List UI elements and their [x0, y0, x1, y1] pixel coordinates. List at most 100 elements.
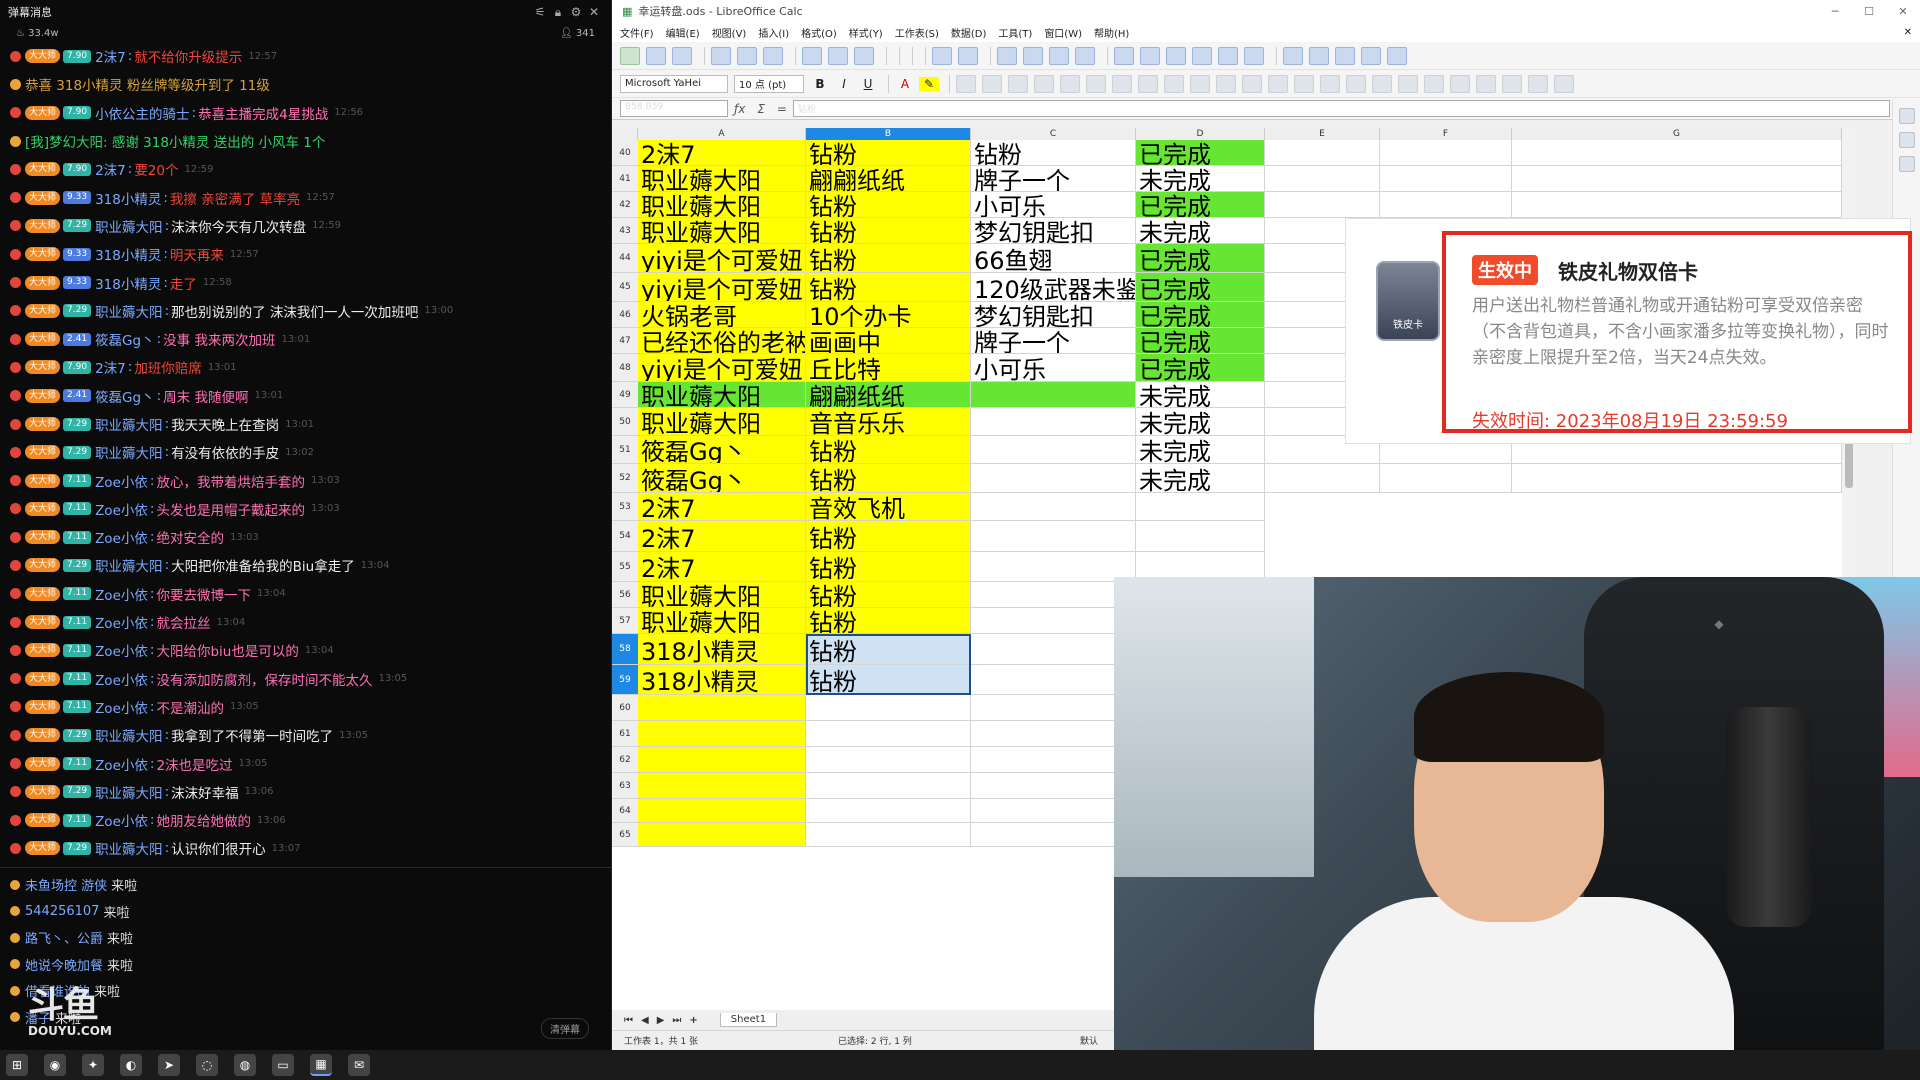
- toolbar-button-icon[interactable]: [828, 46, 848, 65]
- cell-C61[interactable]: [971, 721, 1136, 747]
- user-nick[interactable]: 职业薅大阳: [95, 414, 163, 434]
- cell-A52[interactable]: 筱磊Gg丶: [638, 464, 806, 493]
- window-close-button[interactable]: ✕: [1886, 5, 1920, 18]
- cell-C43[interactable]: 梦幻钥匙扣: [971, 218, 1136, 244]
- calc-task-icon[interactable]: ▦: [310, 1054, 332, 1076]
- column-header[interactable]: C: [971, 128, 1136, 140]
- sum-icon[interactable]: Σ: [757, 102, 765, 116]
- row-header[interactable]: 61: [612, 721, 638, 747]
- cell-B58[interactable]: 钻粉: [806, 634, 971, 665]
- user-nick[interactable]: 职业薅大阳: [95, 725, 163, 745]
- format-button-icon[interactable]: [1138, 74, 1158, 93]
- cell-C60[interactable]: [971, 695, 1136, 721]
- row-header[interactable]: 50: [612, 408, 638, 436]
- column-header[interactable]: F: [1380, 128, 1512, 140]
- cell-C48[interactable]: 小可乐: [971, 354, 1136, 382]
- row-header[interactable]: 51: [612, 436, 638, 464]
- entrance-nick[interactable]: 544256107: [25, 904, 99, 919]
- cell-B42[interactable]: 钻粉: [806, 192, 971, 218]
- format-button-icon[interactable]: [1294, 74, 1314, 93]
- maximize-button[interactable]: ☐: [1852, 5, 1886, 18]
- user-nick[interactable]: 筱磊Gg丶: [95, 329, 155, 349]
- toolbar-button-icon[interactable]: [1309, 46, 1329, 65]
- app-icon[interactable]: ◍: [234, 1054, 256, 1076]
- format-button-icon[interactable]: [1216, 74, 1236, 93]
- row-header[interactable]: 59: [612, 665, 638, 695]
- menu-item[interactable]: 数据(D): [951, 25, 987, 40]
- toolbar-button-icon[interactable]: [672, 46, 692, 65]
- cell-A47[interactable]: 已经还俗的老衲: [638, 328, 806, 354]
- row-header[interactable]: 63: [612, 773, 638, 799]
- cell-B45[interactable]: 钻粉: [806, 273, 971, 302]
- toolbar-button-icon[interactable]: [1023, 46, 1043, 65]
- cell-B49[interactable]: 翩翩纸纸: [806, 382, 971, 408]
- next-sheet-icon[interactable]: ▶: [657, 1015, 665, 1026]
- cell-A46[interactable]: 火锅老哥: [638, 302, 806, 328]
- empty-cell[interactable]: [1512, 140, 1842, 166]
- cell-C46[interactable]: 梦幻钥匙扣: [971, 302, 1136, 328]
- cell-D51[interactable]: 未完成: [1136, 436, 1265, 464]
- user-nick[interactable]: Zoe小依: [95, 612, 148, 632]
- app-icon[interactable]: ➤: [158, 1054, 180, 1076]
- cell-D54[interactable]: [1136, 521, 1265, 552]
- cell-D46[interactable]: 已完成: [1136, 302, 1265, 328]
- cell-A64[interactable]: [638, 799, 806, 823]
- toolbar-button-icon[interactable]: [1166, 46, 1186, 65]
- user-nick[interactable]: Zoe小依: [95, 810, 148, 830]
- user-nick[interactable]: 2沫7: [95, 46, 126, 66]
- cell-A57[interactable]: 职业薅大阳: [638, 608, 806, 634]
- menu-item[interactable]: 文件(F): [620, 25, 654, 40]
- cell-C62[interactable]: [971, 747, 1136, 773]
- format-button-icon[interactable]: [1424, 74, 1444, 93]
- app-icon[interactable]: ◐: [120, 1054, 142, 1076]
- row-header[interactable]: 65: [612, 823, 638, 847]
- font-color-icon[interactable]: A: [895, 77, 915, 91]
- entrance-nick[interactable]: 未鱼场控 游侠: [25, 875, 107, 894]
- user-nick[interactable]: 职业薅大阳: [95, 782, 163, 802]
- toolbar-button-icon[interactable]: [958, 46, 978, 65]
- user-nick[interactable]: 职业薅大阳: [95, 555, 163, 575]
- cell-A44[interactable]: yiyi是个可爱妞: [638, 244, 806, 273]
- cell-B54[interactable]: 钻粉: [806, 521, 971, 552]
- column-header[interactable]: B: [806, 128, 971, 140]
- cell-C40[interactable]: 钻粉: [971, 140, 1136, 166]
- menu-item[interactable]: 编辑(E): [666, 25, 700, 40]
- user-nick[interactable]: Zoe小依: [95, 669, 148, 689]
- cell-D43[interactable]: 未完成: [1136, 218, 1265, 244]
- cell-B44[interactable]: 钻粉: [806, 244, 971, 273]
- row-header[interactable]: 64: [612, 799, 638, 823]
- empty-cell[interactable]: [1380, 166, 1512, 192]
- equals-icon[interactable]: =: [777, 102, 787, 116]
- user-nick[interactable]: Zoe小依: [95, 640, 148, 660]
- row-header[interactable]: 48: [612, 354, 638, 382]
- name-box[interactable]: B58:B59: [620, 100, 728, 117]
- cell-D40[interactable]: 已完成: [1136, 140, 1265, 166]
- cell-C59[interactable]: [971, 665, 1136, 695]
- cell-B62[interactable]: [806, 747, 971, 773]
- cell-A51[interactable]: 筱磊Gg丶: [638, 436, 806, 464]
- toolbar-button-icon[interactable]: [737, 46, 757, 65]
- toolbar-button-icon[interactable]: [1075, 46, 1095, 65]
- empty-cell[interactable]: [1265, 140, 1380, 166]
- row-header[interactable]: 58: [612, 634, 638, 665]
- cell-A56[interactable]: 职业薅大阳: [638, 582, 806, 608]
- close-icon[interactable]: ✕: [585, 5, 603, 19]
- app-icon[interactable]: ✦: [82, 1054, 104, 1076]
- empty-cell[interactable]: [1512, 192, 1842, 218]
- first-sheet-icon[interactable]: ⏮: [624, 1015, 633, 1026]
- cell-D53[interactable]: [1136, 493, 1265, 521]
- format-button-icon[interactable]: [1372, 74, 1392, 93]
- toolbar-button-icon[interactable]: [646, 46, 666, 65]
- cell-B56[interactable]: 钻粉: [806, 582, 971, 608]
- toolbar-button-icon[interactable]: [1361, 46, 1381, 65]
- toolbar-button-icon[interactable]: [1283, 46, 1303, 65]
- cell-D48[interactable]: 已完成: [1136, 354, 1265, 382]
- cell-B59[interactable]: 钻粉: [806, 665, 971, 695]
- properties-icon[interactable]: [1898, 108, 1915, 124]
- user-nick[interactable]: 小依公主的骑士: [95, 103, 190, 123]
- cell-A48[interactable]: yiyi是个可爱妞: [638, 354, 806, 382]
- format-button-icon[interactable]: [1476, 74, 1496, 93]
- user-nick[interactable]: 职业薅大阳: [95, 838, 163, 858]
- font-size-box[interactable]: 10 点 (pt): [734, 74, 804, 93]
- cell-C41[interactable]: 牌子一个: [971, 166, 1136, 192]
